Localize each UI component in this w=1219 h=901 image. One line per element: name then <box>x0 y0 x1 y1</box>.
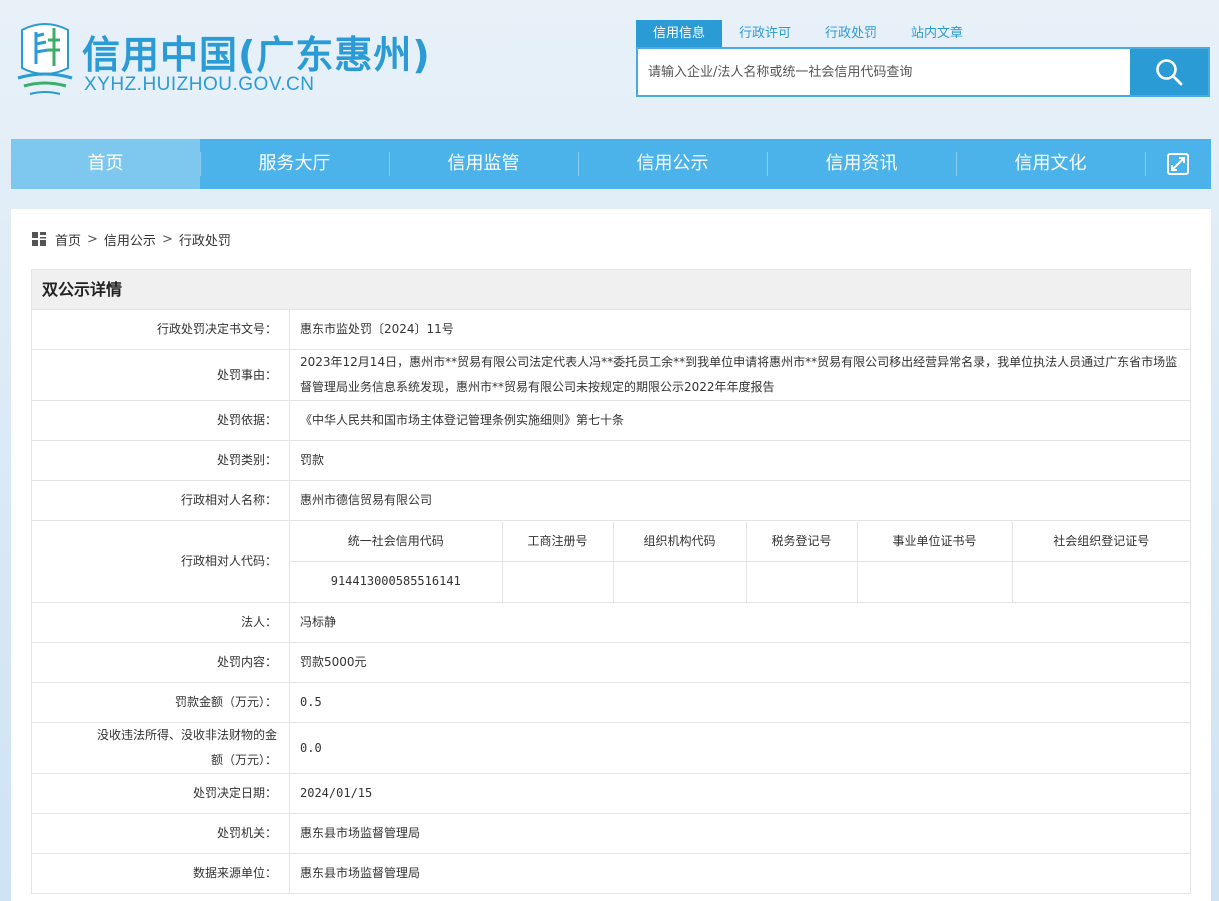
code-value <box>857 561 1013 602</box>
search-tab-admin-license[interactable]: 行政许可 <box>722 20 808 48</box>
row-label: 行政相对人名称： <box>31 480 290 521</box>
search-tab-site-articles[interactable]: 站内文章 <box>894 20 980 48</box>
table-row: 处罚事由： 2023年12月14日，惠州市**贸易有限公司法定代表人冯**委托员… <box>31 349 1191 401</box>
row-value: 冯标静 <box>289 602 1191 643</box>
table-row: 处罚机关： 惠东县市场监督管理局 <box>31 813 1191 854</box>
row-label: 行政相对人代码： <box>31 520 290 603</box>
search-icon <box>1156 59 1183 86</box>
code-header: 统一社会信用代码 <box>290 521 503 562</box>
row-value: 《中华人民共和国市场主体登记管理条例实施细则》第七十条 <box>289 400 1191 441</box>
site-title[interactable]: 信用中国(广东惠州) <box>82 24 431 79</box>
code-value <box>502 561 614 602</box>
code-header: 社会组织登记证号 <box>1012 521 1190 562</box>
breadcrumb-separator: > <box>161 231 173 247</box>
nav-item-credit-supervision[interactable]: 信用监管 <box>389 139 578 189</box>
expand-icon <box>1167 153 1189 175</box>
row-label: 罚款金额（万元）： <box>31 682 290 723</box>
nav-item-credit-news[interactable]: 信用资讯 <box>767 139 956 189</box>
row-value: 惠东市监处罚〔2024〕11号 <box>289 309 1191 350</box>
table-row: 行政相对人名称： 惠州市德信贸易有限公司 <box>31 480 1191 521</box>
table-row: 法人： 冯标静 <box>31 602 1191 643</box>
site-header: 信用中国(广东惠州) XYHZ.HUIZHOU.GOV.CN 信用信息 行政许可… <box>0 0 1219 139</box>
row-label: 处罚事由： <box>31 349 290 401</box>
nav-item-service-hall[interactable]: 服务大厅 <box>200 139 389 189</box>
row-value: 惠东县市场监督管理局 <box>289 813 1191 854</box>
table-row: 处罚决定日期： 2024/01/15 <box>31 773 1191 814</box>
table-row: 数据来源单位： 惠东县市场监督管理局 <box>31 853 1191 894</box>
site-logo-icon[interactable] <box>14 20 76 100</box>
row-value: 罚款5000元 <box>289 642 1191 683</box>
table-row: 没收违法所得、没收非法财物的金额（万元）： 0.0 <box>31 722 1191 774</box>
breadcrumb-home[interactable]: 首页 <box>55 230 81 249</box>
site-url: XYHZ.HUIZHOU.GOV.CN <box>84 74 315 95</box>
search-button[interactable] <box>1130 49 1208 95</box>
code-header: 事业单位证书号 <box>857 521 1013 562</box>
code-value <box>746 561 858 602</box>
codes-table: 统一社会信用代码 工商注册号 组织机构代码 税务登记号 事业单位证书号 社会组织… <box>290 521 1190 602</box>
row-value: 0.5 <box>289 682 1191 723</box>
search-tabs: 信用信息 行政许可 行政处罚 站内文章 <box>636 20 980 48</box>
code-cell: 统一社会信用代码 工商注册号 组织机构代码 税务登记号 事业单位证书号 社会组织… <box>289 520 1191 603</box>
row-value: 2023年12月14日，惠州市**贸易有限公司法定代表人冯**委托员工余**到我… <box>289 349 1191 401</box>
row-label: 处罚内容： <box>31 642 290 683</box>
detail-table: 行政处罚决定书文号： 惠东市监处罚〔2024〕11号 处罚事由： 2023年12… <box>31 309 1191 894</box>
row-label: 处罚依据： <box>31 400 290 441</box>
breadcrumb-credit-publicity[interactable]: 信用公示 <box>104 230 156 249</box>
nav-item-home[interactable]: 首页 <box>11 139 200 189</box>
breadcrumb-separator: > <box>87 231 98 247</box>
codes-header-row: 统一社会信用代码 工商注册号 组织机构代码 税务登记号 事业单位证书号 社会组织… <box>290 521 1190 562</box>
search-tab-admin-penalty[interactable]: 行政处罚 <box>808 20 894 48</box>
row-value: 2024/01/15 <box>289 773 1191 814</box>
table-row: 处罚类别： 罚款 <box>31 440 1191 481</box>
row-value: 惠东县市场监督管理局 <box>289 853 1191 894</box>
breadcrumb: 首页 > 信用公示 > 行政处罚 <box>31 229 231 249</box>
code-header: 税务登记号 <box>746 521 858 562</box>
code-header: 组织机构代码 <box>613 521 747 562</box>
code-value: 914413000585516141 <box>290 561 503 602</box>
row-label: 法人： <box>31 602 290 643</box>
table-row: 行政相对人代码： 统一社会信用代码 工商注册号 组织机构代码 税务登记号 事业单… <box>31 520 1191 603</box>
table-row: 罚款金额（万元）： 0.5 <box>31 682 1191 723</box>
codes-value-row: 914413000585516141 <box>290 561 1190 602</box>
row-value: 罚款 <box>289 440 1191 481</box>
row-label: 没收违法所得、没收非法财物的金额（万元）： <box>31 722 290 774</box>
grid-icon <box>32 232 46 246</box>
search-input[interactable] <box>638 49 1130 95</box>
row-value: 0.0 <box>289 722 1191 774</box>
row-label: 数据来源单位： <box>31 853 290 894</box>
panel-title: 双公示详情 <box>31 269 1191 309</box>
detail-panel: 双公示详情 行政处罚决定书文号： 惠东市监处罚〔2024〕11号 处罚事由： 2… <box>31 269 1191 894</box>
code-header: 工商注册号 <box>502 521 614 562</box>
breadcrumb-admin-penalty[interactable]: 行政处罚 <box>179 230 231 249</box>
nav-item-credit-publicity[interactable]: 信用公示 <box>578 139 767 189</box>
row-label: 行政处罚决定书文号： <box>31 309 290 350</box>
main-nav: 首页 服务大厅 信用监管 信用公示 信用资讯 信用文化 <box>11 139 1211 189</box>
table-row: 处罚依据： 《中华人民共和国市场主体登记管理条例实施细则》第七十条 <box>31 400 1191 441</box>
row-value: 惠州市德信贸易有限公司 <box>289 480 1191 521</box>
code-value <box>613 561 747 602</box>
search-tab-credit-info[interactable]: 信用信息 <box>636 20 723 48</box>
code-value <box>1012 562 1190 602</box>
nav-item-credit-culture[interactable]: 信用文化 <box>956 139 1145 189</box>
row-label: 处罚机关： <box>31 813 290 854</box>
content-area: 首页 > 信用公示 > 行政处罚 双公示详情 行政处罚决定书文号： 惠东市监处罚… <box>11 209 1211 901</box>
table-row: 行政处罚决定书文号： 惠东市监处罚〔2024〕11号 <box>31 309 1191 350</box>
search-box <box>636 47 1210 97</box>
table-row: 处罚内容： 罚款5000元 <box>31 642 1191 683</box>
row-label: 处罚决定日期： <box>31 773 290 814</box>
nav-expand-button[interactable] <box>1145 139 1211 189</box>
row-label: 处罚类别： <box>31 440 290 481</box>
